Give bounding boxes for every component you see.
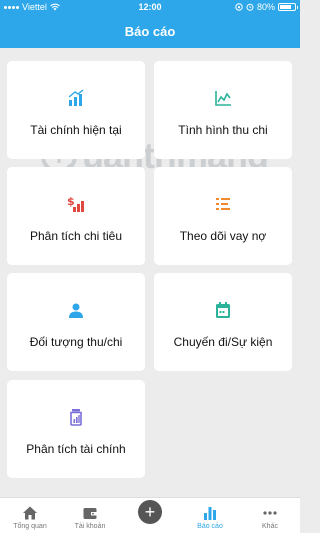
carrier-label: Viettel	[22, 2, 47, 12]
tab-tong-quan[interactable]: Tổng quan	[0, 498, 60, 533]
person-icon	[69, 303, 83, 318]
tab-label: Báo cáo	[197, 523, 223, 530]
home-icon	[23, 506, 37, 520]
card-label: Phân tích tài chính	[26, 442, 126, 456]
card-tinh-hinh-thu-chi[interactable]: Tình hình thu chi	[154, 61, 292, 159]
card-label: Theo dõi vay nợ	[179, 229, 267, 243]
card-label: Tài chính hiện tại	[30, 123, 122, 137]
card-label: Phân tích chi tiêu	[29, 229, 123, 243]
card-doi-tuong-thu-chi[interactable]: Đối tượng thu/chi	[7, 273, 145, 371]
tab-label: Tổng quan	[13, 523, 47, 530]
status-right: 80%	[235, 2, 298, 12]
svg-text:$: $	[67, 195, 75, 208]
card-theo-doi-vay-no[interactable]: Theo dõi vay nợ	[154, 167, 292, 265]
battery-percent: 80%	[256, 2, 275, 12]
tab-add[interactable]: +	[120, 498, 180, 533]
tab-label: Tài khoản	[74, 523, 106, 530]
status-left: Viettel	[4, 2, 60, 12]
tab-tai-khoan[interactable]: Tài khoản	[60, 498, 120, 533]
card-tai-chinh-hien-tai[interactable]: Tài chính hiện tại	[7, 61, 145, 159]
bottom-tab-bar: Tổng quan Tài khoản + Báo cáo Khác	[0, 497, 300, 533]
card-phan-tich-tai-chinh[interactable]: Phân tích tài chính	[7, 380, 145, 478]
card-label: Đối tượng thu/chi	[29, 335, 123, 349]
line-chart-icon	[215, 91, 231, 106]
list-icon	[216, 198, 230, 210]
battery-icon	[278, 3, 298, 11]
wallet-icon	[83, 508, 97, 519]
tab-khac[interactable]: Khác	[240, 498, 300, 533]
page-title: Báo cáo	[124, 23, 176, 39]
app-header: Báo cáo	[0, 14, 300, 48]
more-icon	[263, 511, 277, 515]
wifi-icon	[50, 3, 60, 11]
tab-bao-cao[interactable]: Báo cáo	[180, 498, 240, 533]
tab-label: Khác	[262, 523, 278, 530]
report-icon	[204, 507, 216, 520]
card-label: Tình hình thu chi	[178, 123, 268, 137]
calendar-icon	[216, 302, 230, 318]
card-chuyen-di-su-kien[interactable]: Chuyến đi/Sự kiện	[154, 273, 292, 371]
status-bar: Viettel 12:00 80%	[0, 0, 300, 14]
signal-icon	[4, 5, 19, 9]
expense-chart-icon: $	[67, 195, 84, 212]
card-label: Chuyến đi/Sự kiện	[173, 335, 273, 349]
card-phan-tich-chi-tieu[interactable]: $ Phân tích chi tiêu	[7, 167, 145, 265]
jar-icon	[70, 409, 82, 426]
orientation-lock-icon	[235, 3, 243, 11]
alarm-icon	[246, 3, 254, 11]
add-icon[interactable]: +	[138, 500, 162, 524]
bar-chart-icon	[68, 89, 84, 106]
